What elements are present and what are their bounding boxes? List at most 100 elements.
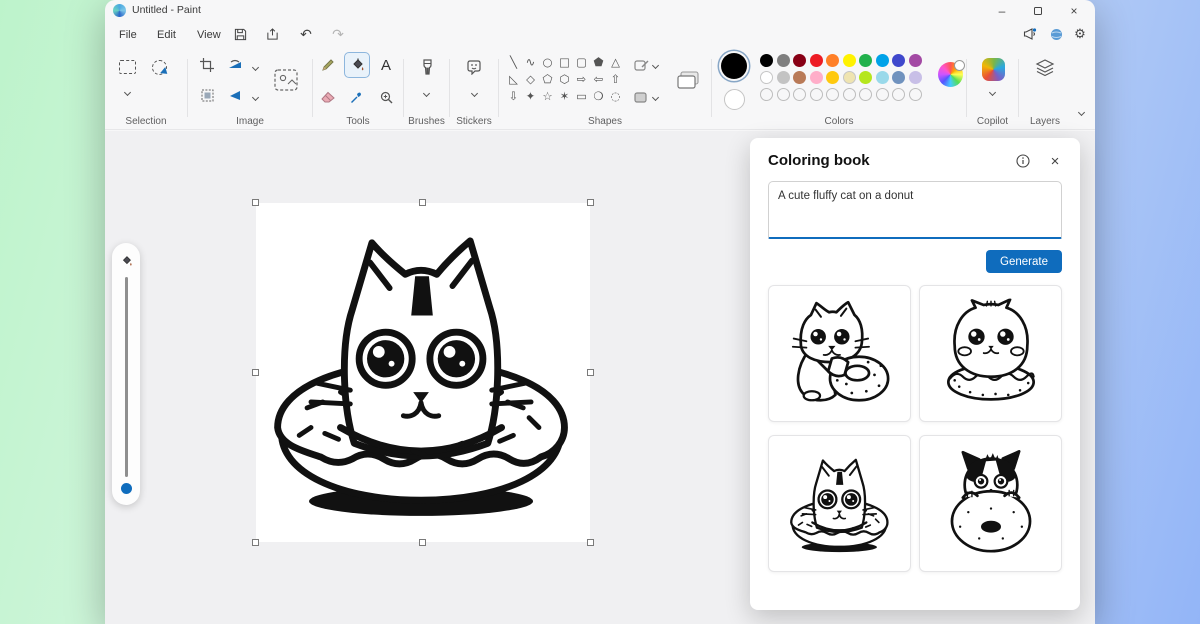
selection-handle-nw[interactable] <box>252 199 259 206</box>
layers-icon[interactable] <box>1033 56 1057 80</box>
color-swatch-empty[interactable] <box>810 88 823 101</box>
shape-pentagon[interactable]: ⬠ <box>539 70 556 87</box>
slider-thumb[interactable] <box>121 483 132 494</box>
color-swatch-empty[interactable] <box>843 88 856 101</box>
menu-edit[interactable]: Edit <box>151 25 182 44</box>
background-color-swatch[interactable] <box>724 89 745 110</box>
shape-speech-round[interactable]: ◌ <box>607 87 624 104</box>
copilot-icon[interactable] <box>981 57 1005 81</box>
fill-tool-icon-selected[interactable] <box>344 52 370 78</box>
rotate-dropdown-chevron[interactable] <box>243 55 267 79</box>
selection-handle-n[interactable] <box>419 199 426 206</box>
color-swatch[interactable] <box>810 54 823 67</box>
minimize-button[interactable]: – <box>985 0 1019 22</box>
selection-handle-sw[interactable] <box>252 539 259 546</box>
color-swatch[interactable] <box>909 71 922 84</box>
undo-button[interactable]: ↶ <box>295 24 317 44</box>
color-swatch[interactable] <box>826 71 839 84</box>
selection-handle-ne[interactable] <box>587 199 594 206</box>
slider-track[interactable] <box>125 277 128 477</box>
shape-diamond[interactable]: ◇ <box>522 70 539 87</box>
shape-polygon[interactable]: ⬟ <box>590 53 607 70</box>
panel-close-icon[interactable]: × <box>1044 150 1066 172</box>
shape-fill-button[interactable] <box>634 91 658 104</box>
redo-button[interactable]: ↷ <box>327 24 349 44</box>
generate-button[interactable]: Generate <box>986 250 1062 273</box>
shape-arrow-up[interactable]: ⇧ <box>607 70 624 87</box>
close-button[interactable]: × <box>1057 0 1091 22</box>
magnifier-tool-icon[interactable] <box>374 85 398 109</box>
shape-outline-button[interactable] <box>634 59 658 72</box>
color-swatch-empty[interactable] <box>859 88 872 101</box>
selection-handle-e[interactable] <box>587 369 594 376</box>
generated-image-2[interactable] <box>919 285 1062 422</box>
generated-image-3[interactable] <box>768 435 911 572</box>
copilot-dropdown-chevron[interactable] <box>985 87 999 97</box>
stickers-dropdown-chevron[interactable] <box>467 87 481 99</box>
shape-oval[interactable]: ○ <box>539 53 556 70</box>
generated-image-4[interactable] <box>919 435 1062 572</box>
color-swatch-empty[interactable] <box>876 88 889 101</box>
shape-speech-rect[interactable]: ▭ <box>573 87 590 104</box>
feedback-button[interactable] <box>1019 24 1041 44</box>
maximize-button[interactable] <box>1021 0 1055 22</box>
color-swatch[interactable] <box>892 71 905 84</box>
color-swatch[interactable] <box>760 54 773 67</box>
eraser-tool-icon[interactable] <box>316 85 340 109</box>
color-swatch-empty[interactable] <box>892 88 905 101</box>
color-swatch[interactable] <box>793 54 806 67</box>
info-icon[interactable] <box>1012 150 1034 172</box>
color-swatch[interactable] <box>892 54 905 67</box>
ai-select-icon[interactable] <box>147 55 171 79</box>
stickers-icon[interactable] <box>462 55 486 79</box>
color-swatch[interactable] <box>876 71 889 84</box>
color-swatch-empty[interactable] <box>760 88 773 101</box>
brushes-icon[interactable] <box>415 55 439 79</box>
color-swatch[interactable] <box>843 54 856 67</box>
prompt-input[interactable]: A cute fluffy cat on a donut <box>769 182 1061 237</box>
rectangle-select-icon[interactable] <box>115 55 139 79</box>
shape-style-icon[interactable] <box>674 67 702 93</box>
color-swatch[interactable] <box>859 54 872 67</box>
shape-four-point-star[interactable]: ✦ <box>522 87 539 104</box>
resize-icon[interactable] <box>195 83 219 107</box>
color-swatch-empty[interactable] <box>909 88 922 101</box>
shape-curve[interactable]: ∿ <box>522 53 539 70</box>
share-button[interactable] <box>261 24 283 44</box>
generated-image-1[interactable] <box>768 285 911 422</box>
foreground-color-swatch[interactable] <box>721 53 747 79</box>
shape-hexagon[interactable]: ⬡ <box>556 70 573 87</box>
shape-arrow-down[interactable]: ⇩ <box>505 87 522 104</box>
color-swatch-empty[interactable] <box>793 88 806 101</box>
copilot-globe-icon[interactable] <box>1045 24 1067 44</box>
settings-gear-icon[interactable]: ⚙ <box>1069 24 1091 44</box>
selection-handle-w[interactable] <box>252 369 259 376</box>
color-swatch[interactable] <box>793 71 806 84</box>
color-swatch-empty[interactable] <box>826 88 839 101</box>
color-swatch[interactable] <box>826 54 839 67</box>
color-swatch[interactable] <box>760 71 773 84</box>
edit-colors-wheel-icon[interactable] <box>938 62 963 87</box>
shape-rounded-rectangle[interactable]: ▢ <box>573 53 590 70</box>
shape-arrow-right[interactable]: ⇨ <box>573 70 590 87</box>
menu-file[interactable]: File <box>113 25 143 44</box>
shape-triangle[interactable]: △ <box>607 53 624 70</box>
color-swatch[interactable] <box>859 71 872 84</box>
shape-six-point-star[interactable]: ✶ <box>556 87 573 104</box>
shape-arrow-left[interactable]: ⇦ <box>590 70 607 87</box>
save-button[interactable] <box>229 24 251 44</box>
color-swatch[interactable] <box>777 71 790 84</box>
shape-speech-oval[interactable]: ❍ <box>590 87 607 104</box>
eyedropper-tool-icon[interactable] <box>344 85 368 109</box>
shape-rectangle[interactable]: □ <box>556 53 573 70</box>
image-options-icon[interactable] <box>271 65 301 95</box>
color-swatch[interactable] <box>909 54 922 67</box>
crop-icon[interactable] <box>195 53 219 77</box>
flip-dropdown-chevron[interactable] <box>243 85 267 109</box>
shape-line[interactable]: ╲ <box>505 53 522 70</box>
pencil-tool-icon[interactable] <box>316 53 340 77</box>
text-tool-icon[interactable]: A <box>374 53 398 77</box>
color-swatch[interactable] <box>876 54 889 67</box>
selection-handle-s[interactable] <box>419 539 426 546</box>
color-swatch[interactable] <box>810 71 823 84</box>
